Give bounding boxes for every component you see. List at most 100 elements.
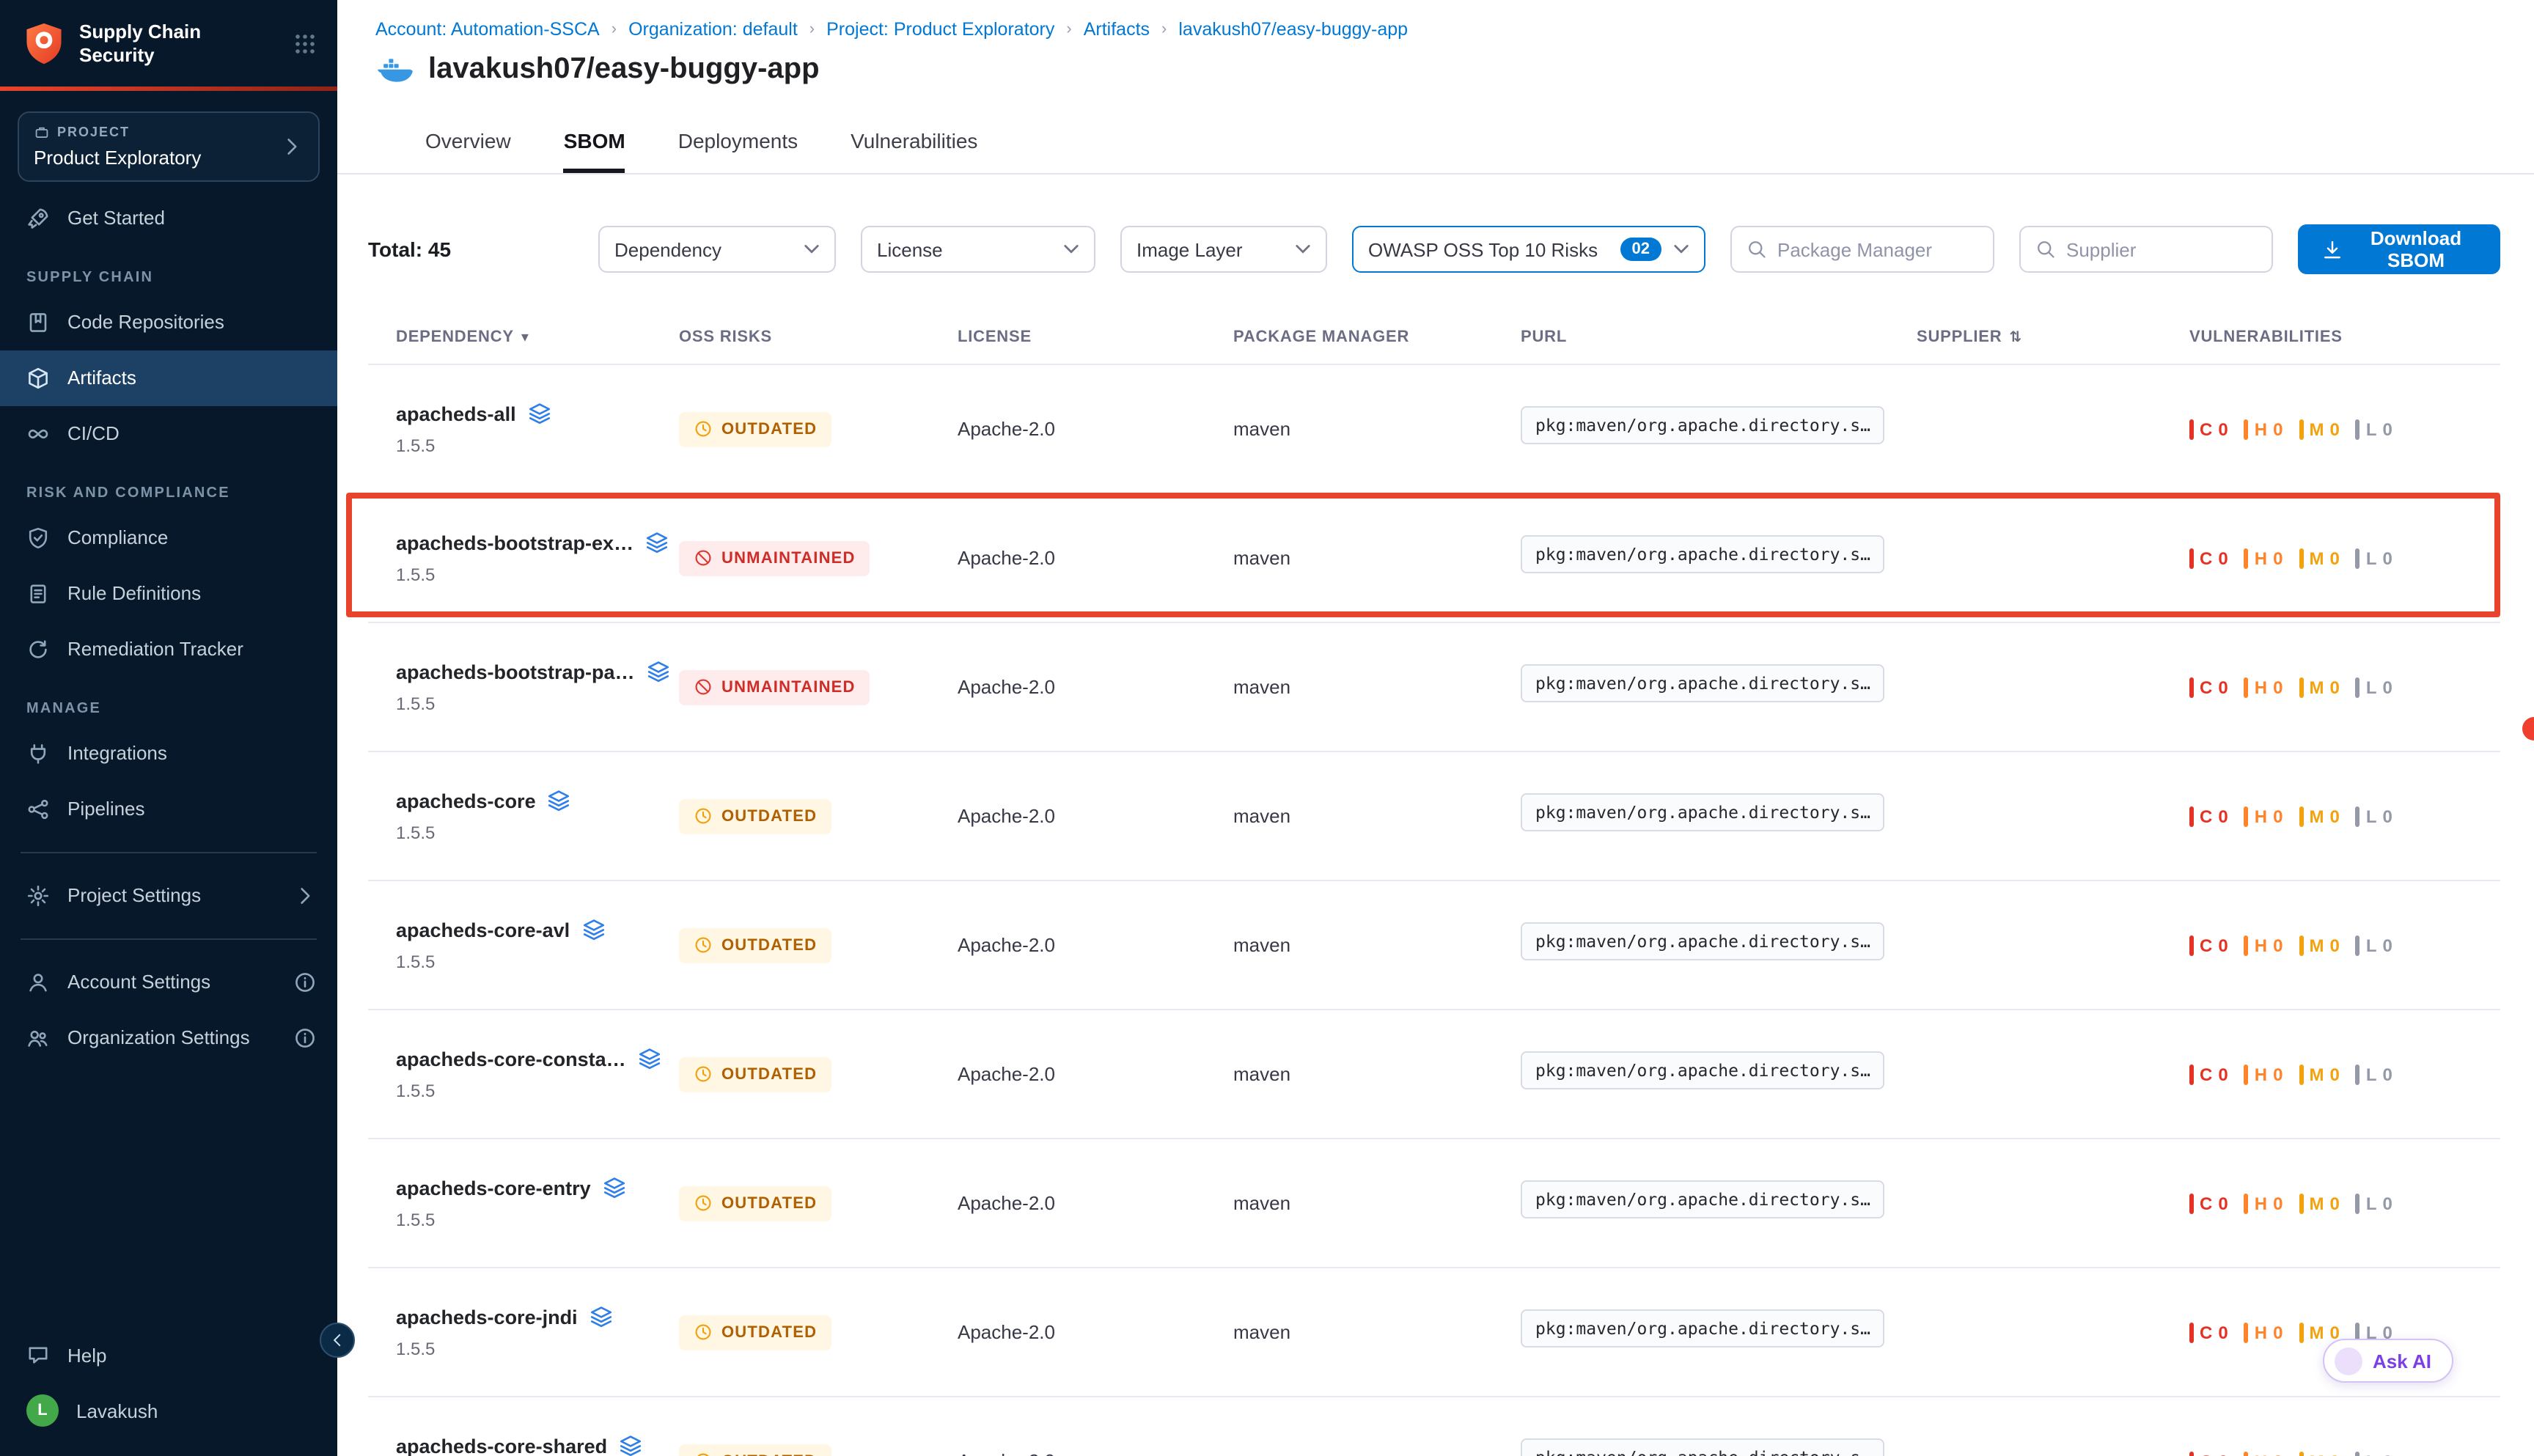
- severity-label: H: [2255, 935, 2267, 955]
- sidebar-item-integrations[interactable]: Integrations: [0, 725, 337, 781]
- license-cell: Apache-2.0: [958, 1321, 1233, 1343]
- breadcrumb-link[interactable]: Artifacts: [1084, 19, 1150, 40]
- license-filter-select[interactable]: License: [861, 226, 1095, 273]
- breadcrumb-link[interactable]: Project: Product Exploratory: [826, 19, 1054, 40]
- table-row[interactable]: apacheds-bootstrap-pa…1.5.5UNMAINTAINEDA…: [368, 622, 2500, 751]
- package-manager-cell: maven: [1233, 676, 1521, 698]
- content-area: Total: 45 DependencyLicenseImage Layer O…: [337, 174, 2534, 1456]
- supplier-search-input[interactable]: [2066, 238, 2257, 260]
- tab-deployments[interactable]: Deployments: [678, 129, 798, 173]
- sidebar-item-remediation-tracker[interactable]: Remediation Tracker: [0, 621, 337, 677]
- breadcrumb-link[interactable]: Account: Automation-SSCA: [375, 19, 600, 40]
- project-selector[interactable]: PROJECT Product Exploratory: [18, 111, 320, 181]
- column-header-dependency[interactable]: DEPENDENCY▾: [368, 328, 679, 346]
- supplier-search[interactable]: [2019, 226, 2273, 273]
- severity-count: 0: [2329, 935, 2339, 955]
- shield-logo-icon: [23, 23, 65, 67]
- sidebar-item-code-repositories[interactable]: Code Repositories: [0, 294, 337, 350]
- dependency-name: apacheds-core: [396, 790, 536, 812]
- severity-bar: [2356, 548, 2360, 568]
- sidebar-item-get-started[interactable]: Get Started: [0, 190, 337, 246]
- image-layer-filter-select[interactable]: Image Layer: [1120, 226, 1327, 273]
- severity-high: H0: [2244, 1064, 2283, 1084]
- package-manager-search[interactable]: [1730, 226, 1994, 273]
- severity-high: H0: [2244, 1193, 2283, 1213]
- chevron-right-icon: [293, 883, 317, 907]
- vulnerabilities-cell: C0H0M0L0: [2189, 806, 2500, 826]
- severity-high: H0: [2244, 419, 2283, 439]
- module-switcher-grid-icon[interactable]: [293, 33, 317, 56]
- sidebar-item-pipelines[interactable]: Pipelines: [0, 781, 337, 837]
- info-icon[interactable]: [293, 970, 317, 993]
- infinity-icon: [26, 422, 50, 445]
- sidebar-item-account-settings[interactable]: Account Settings: [0, 954, 337, 1010]
- severity-high: H0: [2244, 677, 2283, 697]
- severity-count: 0: [2383, 935, 2392, 955]
- purl-chip: pkg:maven/org.apache.directory.s…: [1521, 1309, 1885, 1347]
- table-row[interactable]: apacheds-core-shared1.5.5OUTDATEDApache-…: [368, 1396, 2500, 1456]
- tab-vulnerabilities[interactable]: Vulnerabilities: [851, 129, 977, 173]
- layers-icon: [590, 1305, 613, 1328]
- owasp-risks-filter-select[interactable]: OWASP OSS Top 10 Risks 02: [1352, 226, 1705, 273]
- vulnerabilities-cell: C0H0M0L0: [2189, 419, 2500, 439]
- gear-icon: [26, 883, 50, 907]
- clock-icon: [694, 419, 713, 438]
- severity-count: 0: [2273, 677, 2283, 697]
- purl-cell: pkg:maven/org.apache.directory.s…: [1521, 664, 1917, 710]
- tab-sbom[interactable]: SBOM: [564, 129, 625, 173]
- layers-icon: [548, 789, 571, 812]
- tab-overview[interactable]: Overview: [425, 129, 511, 173]
- package-manager-cell: maven: [1233, 1192, 1521, 1214]
- sidebar-item-organization-settings[interactable]: Organization Settings: [0, 1010, 337, 1065]
- severity-label: C: [2200, 935, 2212, 955]
- oss-risk-cell: OUTDATED: [679, 798, 958, 834]
- sidebar-item-help[interactable]: Help: [0, 1327, 337, 1383]
- dependency-cell: apacheds-bootstrap-ex…1.5.5: [368, 531, 679, 585]
- dependency-filter-select[interactable]: Dependency: [598, 226, 836, 273]
- table-row[interactable]: apacheds-core-jndi1.5.5OUTDATEDApache-2.…: [368, 1267, 2500, 1396]
- severity-count: 0: [2329, 419, 2339, 439]
- column-label: OSS RISKS: [679, 328, 772, 346]
- clock-icon: [694, 1065, 713, 1084]
- sidebar-item-rule-definitions[interactable]: Rule Definitions: [0, 565, 337, 621]
- sidebar-item-label: Rule Definitions: [67, 582, 201, 604]
- sidebar-collapse-button[interactable]: [320, 1323, 355, 1358]
- oss-risk-badge: OUTDATED: [679, 1444, 831, 1456]
- owasp-filter-label: OWASP OSS Top 10 Risks: [1368, 238, 1612, 260]
- user-name: Lavakush: [76, 1400, 158, 1422]
- ask-ai-button[interactable]: Ask AI: [2323, 1339, 2453, 1383]
- severity-label: M: [2309, 935, 2324, 955]
- table-row[interactable]: apacheds-bootstrap-ex…1.5.5UNMAINTAINEDA…: [368, 493, 2500, 622]
- severity-label: H: [2255, 1451, 2267, 1456]
- purl-chip: pkg:maven/org.apache.directory.s…: [1521, 406, 1885, 444]
- table-row[interactable]: apacheds-core-entry1.5.5OUTDATEDApache-2…: [368, 1138, 2500, 1267]
- package-manager-search-input[interactable]: [1777, 238, 1978, 260]
- severity-critical: C0: [2189, 806, 2228, 826]
- severity-label: L: [2366, 419, 2377, 439]
- severity-critical: C0: [2189, 677, 2228, 697]
- severity-label: C: [2200, 1064, 2212, 1084]
- sidebar-item-ci-cd[interactable]: CI/CD: [0, 405, 337, 461]
- table-row[interactable]: apacheds-core-consta…1.5.5OUTDATEDApache…: [368, 1009, 2500, 1138]
- column-header-supplier[interactable]: SUPPLIER⇅: [1917, 328, 2189, 346]
- package-manager-cell: maven: [1233, 1450, 1521, 1456]
- severity-label: C: [2200, 548, 2212, 568]
- severity-critical: C0: [2189, 419, 2228, 439]
- breadcrumb-link[interactable]: lavakush07/easy-buggy-app: [1178, 19, 1408, 40]
- table-row[interactable]: apacheds-core-avl1.5.5OUTDATEDApache-2.0…: [368, 880, 2500, 1009]
- info-icon[interactable]: [293, 1026, 317, 1049]
- severity-label: H: [2255, 548, 2267, 568]
- chevron-right-icon: [280, 134, 304, 158]
- breadcrumb-link[interactable]: Organization: default: [628, 19, 798, 40]
- download-sbom-button[interactable]: Download SBOM: [2298, 224, 2500, 274]
- purl-chip: pkg:maven/org.apache.directory.s…: [1521, 922, 1885, 960]
- sidebar-item-project-settings[interactable]: Project Settings: [0, 867, 337, 923]
- sidebar-item-artifacts[interactable]: Artifacts: [0, 350, 337, 405]
- severity-label: H: [2255, 677, 2267, 697]
- user-menu[interactable]: L Lavakush: [0, 1383, 337, 1438]
- table-row[interactable]: apacheds-core1.5.5OUTDATEDApache-2.0mave…: [368, 751, 2500, 880]
- table-row[interactable]: apacheds-all1.5.5OUTDATEDApache-2.0maven…: [368, 364, 2500, 493]
- oss-risk-badge: OUTDATED: [679, 927, 831, 963]
- sidebar-item-compliance[interactable]: Compliance: [0, 510, 337, 565]
- severity-low: L0: [2356, 806, 2392, 826]
